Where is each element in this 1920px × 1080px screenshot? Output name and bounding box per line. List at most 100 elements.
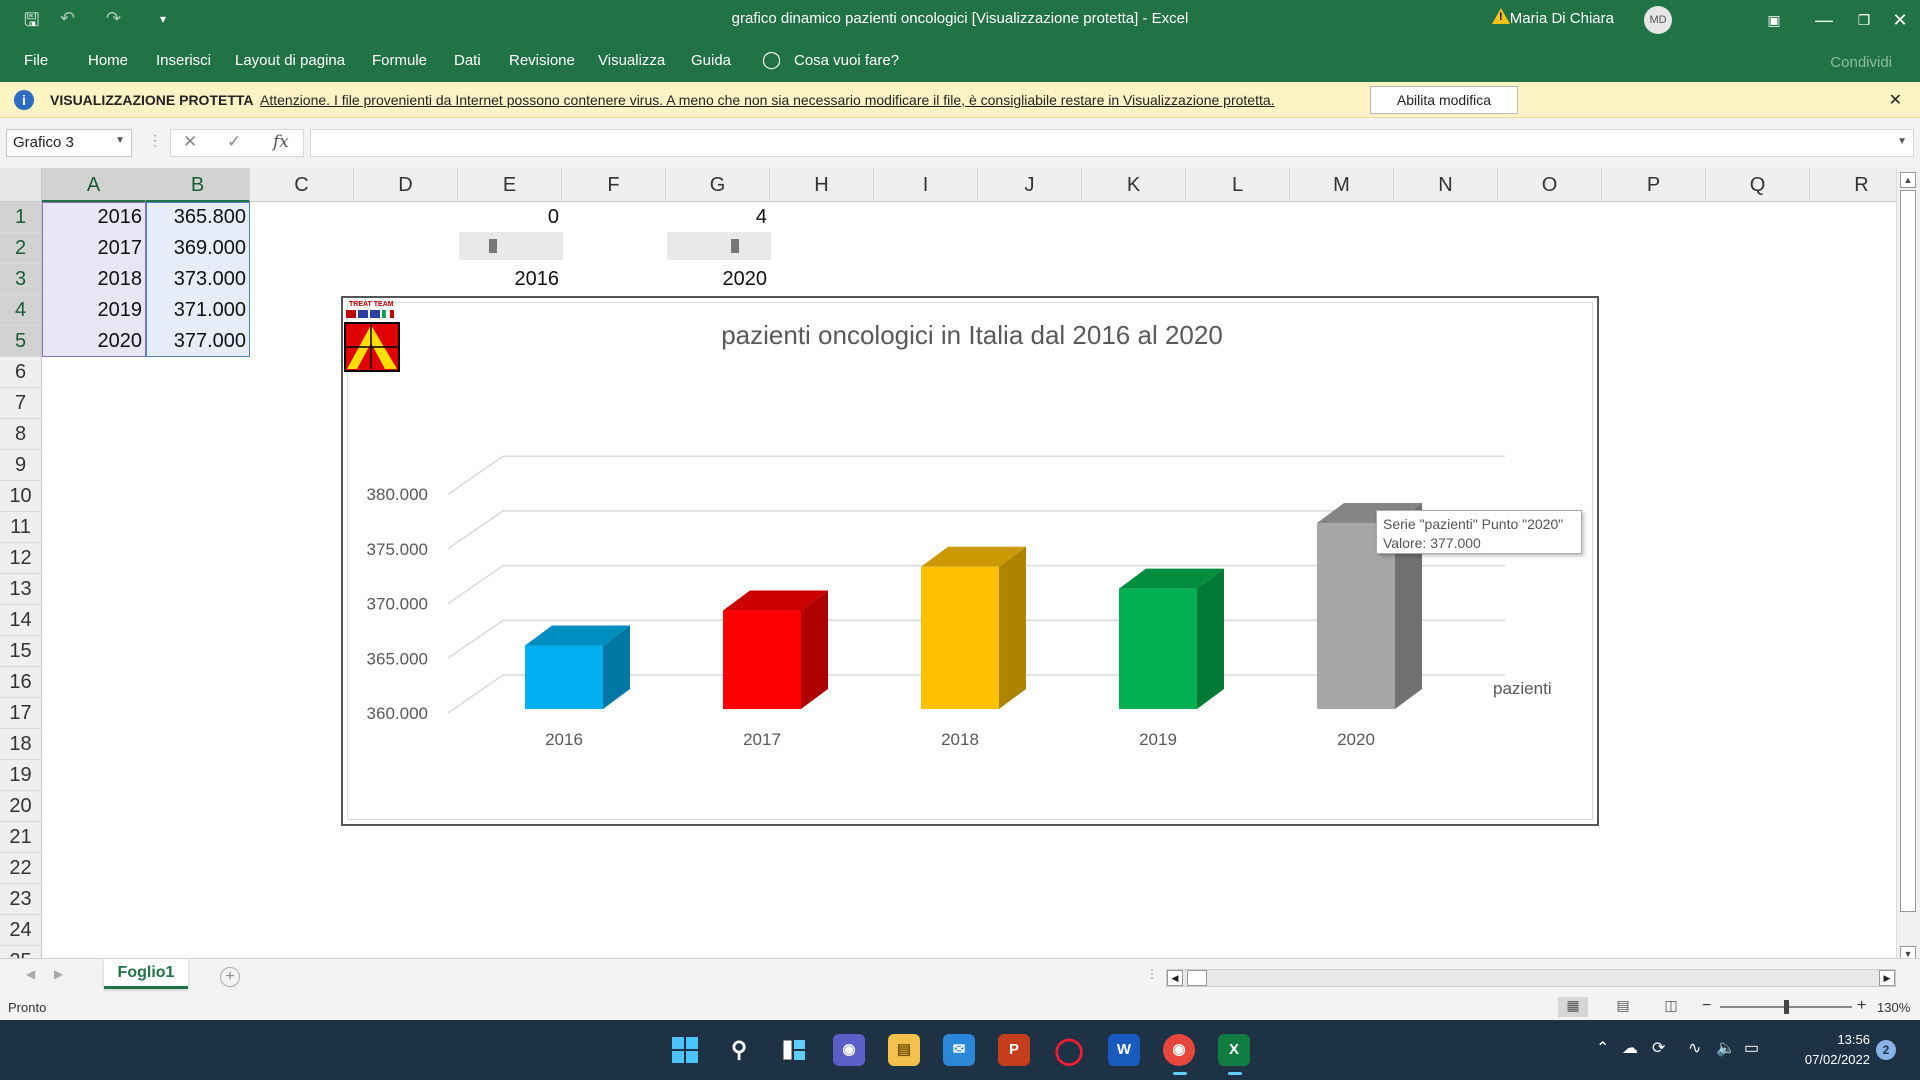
row-header-20[interactable]: 20 [0,791,42,822]
column-header-h[interactable]: H [770,168,874,202]
avatar[interactable]: MD [1644,6,1672,34]
row-header-6[interactable]: 6 [0,357,42,388]
row-header-18[interactable]: 18 [0,729,42,760]
enable-editing-button[interactable]: Abilita modifica [1370,86,1518,114]
tab-data[interactable]: Dati [454,52,481,69]
enter-icon[interactable]: ✓ [227,132,241,152]
column-header-r[interactable]: R [1810,168,1896,202]
row-header-3[interactable]: 3 [0,264,42,295]
vertical-scroll-thumb[interactable] [1900,190,1916,912]
word-icon[interactable]: W [1108,1034,1140,1066]
close-icon[interactable]: ✕ [1889,90,1902,110]
next-sheet-icon[interactable]: ▶ [54,967,63,981]
sheet-tab-foglio1[interactable]: Foglio1 [104,959,188,989]
cell-a2[interactable]: 2017 [42,233,146,264]
cell-g1[interactable]: 4 [667,202,771,233]
row-header-13[interactable]: 13 [0,574,42,605]
cell-a5[interactable]: 2020 [42,326,146,357]
mail-icon[interactable]: ✉ [943,1034,975,1066]
powerpoint-icon[interactable]: P [998,1034,1030,1066]
show-hidden-icons-icon[interactable]: ⌃ [1596,1038,1609,1058]
tab-insert[interactable]: Inserisci [156,52,211,69]
column-header-n[interactable]: N [1394,168,1498,202]
restore-button[interactable]: ❐ [1844,6,1884,34]
row-header-23[interactable]: 23 [0,884,42,915]
expand-formula-bar-icon[interactable]: ▼ [1897,136,1907,147]
cell-e1[interactable]: 0 [459,202,563,233]
horizontal-scroll-thumb[interactable] [1187,970,1207,986]
row-header-4[interactable]: 4 [0,295,42,326]
tab-help[interactable]: Guida [691,52,731,69]
cell-e3[interactable]: 2016 [459,264,563,295]
zoom-slider[interactable] [1720,1000,1852,1014]
column-header-a[interactable]: A [42,168,146,202]
ribbon-display-options-icon[interactable]: ▣ [1754,6,1794,34]
row-header-7[interactable]: 7 [0,388,42,419]
row-header-15[interactable]: 15 [0,636,42,667]
windows-start-icon[interactable] [669,1034,701,1066]
volume-icon[interactable]: 🔈 [1716,1038,1736,1058]
cancel-icon[interactable]: ✕ [183,132,197,152]
tell-me-search[interactable]: Cosa vuoi fare? [794,52,899,69]
close-button[interactable]: ✕ [1880,6,1920,34]
tab-split-handle-icon[interactable]: ⋮ [1146,967,1158,981]
row-header-12[interactable]: 12 [0,543,42,574]
row-header-16[interactable]: 16 [0,667,42,698]
row-header-11[interactable]: 11 [0,512,42,543]
opera-icon[interactable]: ◯ [1053,1034,1085,1066]
undo-icon[interactable]: ↶ [60,8,75,29]
cell-g3[interactable]: 2020 [667,264,771,295]
row-header-5[interactable]: 5 [0,326,42,357]
tab-file[interactable]: File [24,52,48,69]
wifi-icon[interactable]: ∿ [1688,1038,1701,1058]
search-icon[interactable]: ⚲ [723,1034,755,1066]
notification-badge[interactable]: 2 [1876,1040,1896,1060]
column-header-m[interactable]: M [1290,168,1394,202]
battery-icon[interactable]: ▭ [1744,1038,1759,1058]
vertical-scrollbar[interactable]: ▲ ▼ [1896,168,1920,966]
chart-object[interactable]: pazienti oncologici in Italia dal 2016 a… [341,296,1599,826]
tab-review[interactable]: Revisione [509,52,575,69]
save-icon[interactable]: 🖫 [24,8,39,38]
column-header-q[interactable]: Q [1706,168,1810,202]
scroll-left-icon[interactable]: ◀ [1167,970,1183,986]
scrollbar-control-end[interactable] [667,232,771,260]
task-view-icon[interactable] [778,1034,810,1066]
customize-quick-access-icon[interactable]: ▾ [160,12,166,26]
scroll-up-icon[interactable]: ▲ [1900,172,1916,188]
teams-chat-icon[interactable]: ◉ [833,1034,865,1066]
column-header-b[interactable]: B [146,168,250,202]
redo-icon[interactable]: ↷ [106,8,121,29]
add-sheet-icon[interactable]: + [220,967,240,987]
column-header-f[interactable]: F [562,168,666,202]
cell-a3[interactable]: 2018 [42,264,146,295]
column-header-o[interactable]: O [1498,168,1602,202]
column-header-j[interactable]: J [978,168,1082,202]
formula-input[interactable]: ▼ [310,129,1914,157]
share-button[interactable]: Condividi [1830,54,1892,71]
tab-formulas[interactable]: Formule [372,52,427,69]
chevron-down-icon[interactable]: ▼ [115,135,125,146]
scrollbar-control-start[interactable] [459,232,563,260]
chrome-icon[interactable]: ◉ [1163,1034,1195,1075]
warning-icon[interactable]: ! [1492,8,1510,24]
minimize-button[interactable]: — [1804,6,1844,34]
cell-b2[interactable]: 369.000 [146,233,250,264]
system-clock[interactable]: 13:56 07/02/2022 [1780,1030,1870,1070]
tab-view[interactable]: Visualizza [598,52,665,69]
zoom-level[interactable]: 130% [1877,1000,1910,1015]
row-header-2[interactable]: 2 [0,233,42,264]
select-all-corner[interactable] [0,168,42,202]
column-header-g[interactable]: G [666,168,770,202]
zoom-slider-knob[interactable] [1784,1000,1789,1014]
cell-a4[interactable]: 2019 [42,295,146,326]
row-header-21[interactable]: 21 [0,822,42,853]
protected-view-message[interactable]: Attenzione. I file provenienti da Intern… [260,92,1275,108]
zoom-in-icon[interactable]: + [1857,997,1866,1015]
row-header-17[interactable]: 17 [0,698,42,729]
scroll-right-icon[interactable]: ▶ [1879,970,1895,986]
column-header-i[interactable]: I [874,168,978,202]
page-break-view-icon[interactable]: ◫ [1656,997,1686,1017]
chart-plot[interactable]: 360.000 365.000 370.000 375.000 380.000 2016 2… [343,298,1601,828]
cell-b1[interactable]: 365.800 [146,202,250,233]
